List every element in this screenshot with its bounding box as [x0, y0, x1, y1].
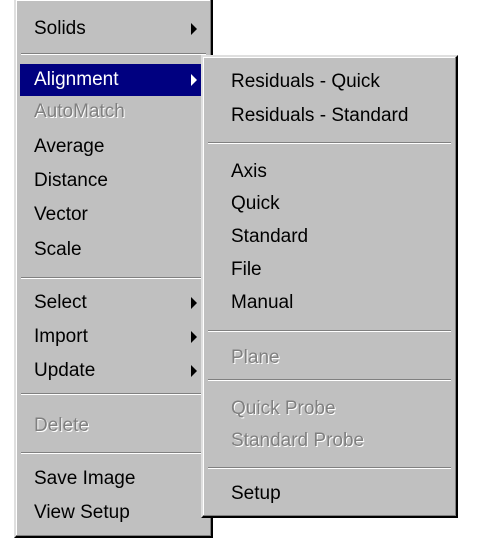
submenu-item-standard-probe-label: Standard Probe	[231, 430, 365, 451]
submenu-item-standard-probe: Standard Probe	[207, 425, 452, 457]
submenu-item-residuals-standard[interactable]: Residuals - Standard	[207, 100, 452, 132]
submenu-item-manual[interactable]: Manual	[207, 287, 452, 319]
menu-item-select[interactable]: Select	[20, 287, 207, 319]
submenu-item-file[interactable]: File	[207, 254, 452, 286]
submenu-item-standard-label: Standard	[231, 226, 309, 247]
menu-separator	[21, 393, 206, 395]
menu-item-select-label: Select	[34, 292, 87, 313]
menu-item-average[interactable]: Average	[20, 131, 207, 163]
menu-item-solids[interactable]: Solids	[20, 13, 207, 45]
menu-separator	[208, 142, 451, 144]
menu-item-average-label: Average	[34, 136, 105, 157]
submenu-item-plane-label: Plane	[231, 347, 280, 368]
menu-separator	[208, 467, 451, 469]
menu-item-alignment-label: Alignment	[34, 69, 119, 90]
submenu-arrow-icon	[191, 297, 197, 309]
menu-item-vector-label: Vector	[34, 204, 88, 225]
submenu-arrow-icon	[191, 23, 197, 35]
menu-item-update-label: Update	[34, 360, 96, 381]
submenu-item-quick[interactable]: Quick	[207, 188, 452, 220]
menu-item-delete: Delete	[20, 410, 207, 442]
submenu-arrow-icon	[191, 74, 197, 86]
submenu-item-axis-label: Axis	[231, 161, 267, 182]
submenu-item-residuals-standard-label: Residuals - Standard	[231, 105, 409, 126]
menu-item-distance[interactable]: Distance	[20, 165, 207, 197]
submenu-item-residuals-quick[interactable]: Residuals - Quick	[207, 66, 452, 98]
menu-separator	[21, 277, 206, 279]
menu-item-vector[interactable]: Vector	[20, 199, 207, 231]
submenu-item-residuals-quick-label: Residuals - Quick	[231, 71, 380, 92]
menu-item-import[interactable]: Import	[20, 321, 207, 353]
menu-item-save-image[interactable]: Save Image	[20, 463, 207, 495]
menu-item-scale[interactable]: Scale	[20, 234, 207, 266]
menu-item-distance-label: Distance	[34, 170, 108, 191]
menu-item-save-image-label: Save Image	[34, 468, 136, 489]
submenu-item-quick-label: Quick	[231, 193, 280, 214]
menu-item-automatch: AutoMatch	[20, 96, 207, 128]
submenu-arrow-icon	[191, 365, 197, 377]
submenu-item-setup-label: Setup	[231, 483, 281, 504]
menu-item-update[interactable]: Update	[20, 355, 207, 387]
submenu-item-manual-label: Manual	[231, 292, 294, 313]
submenu-item-axis[interactable]: Axis	[207, 156, 452, 188]
submenu-item-quick-probe-label: Quick Probe	[231, 398, 336, 419]
menu-item-automatch-label: AutoMatch	[34, 101, 125, 122]
menu-item-solids-label: Solids	[34, 18, 86, 39]
menu-separator	[21, 53, 206, 55]
submenu-item-quick-probe: Quick Probe	[207, 393, 452, 425]
menu-separator	[21, 452, 206, 454]
submenu-arrow-icon	[191, 331, 197, 343]
submenu-item-plane: Plane	[207, 342, 452, 374]
alignment-submenu: Residuals - Quick Residuals - Standard A…	[201, 55, 458, 518]
menu-item-alignment[interactable]: Alignment	[20, 64, 207, 96]
menu-separator	[208, 379, 451, 381]
menu-item-scale-label: Scale	[34, 239, 82, 260]
context-menu: Solids Alignment AutoMatch Average Dista…	[14, 0, 213, 538]
menu-item-import-label: Import	[34, 326, 88, 347]
submenu-item-setup[interactable]: Setup	[207, 478, 452, 510]
menu-item-delete-label: Delete	[34, 415, 89, 436]
submenu-item-file-label: File	[231, 259, 262, 280]
submenu-item-standard[interactable]: Standard	[207, 221, 452, 253]
menu-separator	[208, 330, 451, 332]
menu-item-view-setup-label: View Setup	[34, 502, 130, 523]
menu-item-view-setup[interactable]: View Setup	[20, 497, 207, 529]
